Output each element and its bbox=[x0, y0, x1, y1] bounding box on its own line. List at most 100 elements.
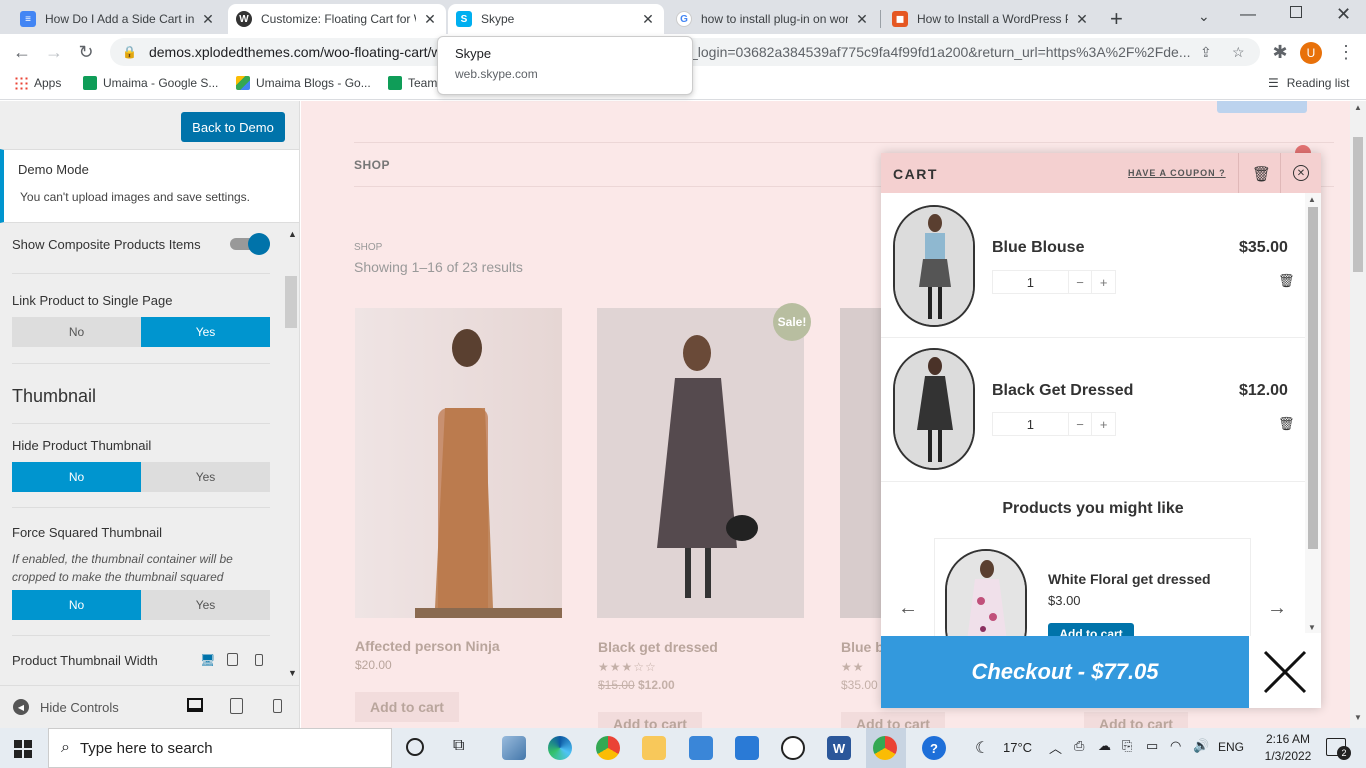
desktop-preview-icon[interactable]: 🖥 bbox=[200, 653, 215, 667]
close-tab-icon[interactable]: ✕ bbox=[640, 11, 656, 28]
upsell-prev-arrow-icon[interactable]: ← bbox=[898, 597, 918, 620]
help-icon[interactable]: ? bbox=[922, 736, 946, 760]
upsell-next-arrow-icon[interactable]: → bbox=[1267, 597, 1287, 620]
remove-item-icon[interactable]: 🗑 bbox=[1278, 416, 1295, 432]
task-view-icon[interactable]: ⧉ bbox=[453, 737, 464, 755]
clock-date[interactable]: 1/3/2022 bbox=[1260, 749, 1316, 763]
checkout-button[interactable]: Checkout - $77.05 bbox=[881, 636, 1249, 708]
clock-time[interactable]: 2:16 AM bbox=[1260, 732, 1316, 746]
link-product-toggle[interactable]: No Yes bbox=[12, 317, 270, 347]
quantity-stepper[interactable]: 1 − + bbox=[992, 412, 1116, 436]
restore-button[interactable] bbox=[1290, 6, 1302, 18]
quantity-stepper[interactable]: 1 − + bbox=[992, 270, 1116, 294]
tab-search-icon[interactable]: ⌄ bbox=[1198, 8, 1210, 25]
squared-no-option[interactable]: No bbox=[12, 590, 141, 620]
language-indicator[interactable]: ENG bbox=[1218, 740, 1244, 754]
bookmark-umaima-sheets[interactable]: Umaima - Google S... bbox=[83, 76, 218, 90]
word-icon[interactable]: W bbox=[827, 736, 851, 760]
add-to-cart-button[interactable]: Add to cart bbox=[841, 712, 945, 728]
store-icon[interactable] bbox=[689, 736, 713, 760]
link-no-option[interactable]: No bbox=[12, 317, 141, 347]
plus-icon[interactable]: + bbox=[1091, 271, 1115, 293]
nav-shop-link[interactable]: SHOP bbox=[354, 158, 390, 172]
share-icon[interactable]: ⇪ bbox=[1200, 44, 1212, 61]
close-tab-icon[interactable]: ✕ bbox=[1074, 11, 1090, 28]
header-button[interactable] bbox=[1217, 101, 1307, 113]
wifi-icon[interactable]: ◠ bbox=[1170, 738, 1181, 754]
cart-item-name[interactable]: Blue Blouse bbox=[992, 239, 1084, 257]
bookmark-apps[interactable]: Apps bbox=[14, 76, 61, 90]
desktop-device-icon[interactable] bbox=[187, 698, 203, 712]
close-cart-icon[interactable]: ✕ bbox=[1293, 165, 1309, 181]
taskbar-search[interactable]: ⌕ Type here to search bbox=[48, 728, 392, 768]
menu-icon[interactable]: ⋮ bbox=[1334, 40, 1358, 64]
notification-icon[interactable]: 2 bbox=[1326, 738, 1351, 760]
edge-icon[interactable] bbox=[548, 736, 572, 760]
bookmark-team[interactable]: Team bbox=[388, 76, 437, 90]
forward-icon[interactable]: → bbox=[42, 40, 66, 64]
minimize-button[interactable]: — bbox=[1240, 6, 1256, 24]
product-title[interactable]: Affected person Ninja bbox=[355, 638, 500, 654]
minus-icon[interactable]: − bbox=[1067, 413, 1092, 435]
file-explorer-icon[interactable] bbox=[642, 736, 666, 760]
onedrive-icon[interactable]: ☁ bbox=[1098, 738, 1111, 754]
cart-scrollbar[interactable]: ▲ bbox=[1305, 193, 1321, 633]
add-to-cart-button[interactable]: Add to cart bbox=[598, 712, 702, 728]
product-title[interactable]: Black get dressed bbox=[598, 639, 718, 655]
chrome-icon[interactable] bbox=[596, 736, 620, 760]
cortana-icon[interactable] bbox=[406, 738, 424, 756]
squared-yes-option[interactable]: Yes bbox=[141, 590, 270, 620]
tray-icon[interactable]: ⎙ bbox=[1074, 738, 1084, 754]
close-window-button[interactable]: ✕ bbox=[1336, 4, 1351, 25]
tray-icon[interactable]: ⎘ bbox=[1122, 738, 1132, 754]
composite-toggle[interactable] bbox=[230, 233, 270, 255]
tab-side-cart[interactable]: ≡ How Do I Add a Side Cart in W ✕ bbox=[12, 4, 224, 34]
app-icon[interactable] bbox=[781, 736, 805, 760]
force-squared-toggle[interactable]: No Yes bbox=[12, 590, 270, 620]
cart-toggle-close-icon[interactable] bbox=[1249, 636, 1321, 708]
cart-item-name[interactable]: Black Get Dressed bbox=[992, 382, 1133, 400]
windows-start-icon[interactable] bbox=[14, 740, 32, 758]
tab-customize[interactable]: W Customize: Floating Cart for W ✕ bbox=[228, 4, 446, 34]
plus-icon[interactable]: + bbox=[1091, 413, 1115, 435]
close-tab-icon[interactable]: ✕ bbox=[854, 11, 870, 28]
remove-item-icon[interactable]: 🗑 bbox=[1278, 273, 1295, 289]
link-yes-option[interactable]: Yes bbox=[141, 317, 270, 347]
mobile-device-icon[interactable] bbox=[273, 699, 282, 713]
add-to-cart-button[interactable]: Add to cart bbox=[1084, 712, 1188, 728]
reading-list[interactable]: ☰ Reading list bbox=[1268, 76, 1349, 90]
close-tab-icon[interactable]: ✕ bbox=[422, 11, 438, 28]
product-title[interactable]: Blue b bbox=[841, 639, 884, 655]
panel-scrollbar[interactable] bbox=[285, 276, 297, 328]
extensions-icon[interactable]: ✱ bbox=[1268, 40, 1292, 64]
hide-thumbnail-toggle[interactable]: No Yes bbox=[12, 462, 270, 492]
quantity-input[interactable]: 1 bbox=[993, 413, 1068, 435]
clear-cart-icon[interactable]: 🗑 bbox=[1252, 165, 1271, 183]
pc-icon[interactable] bbox=[502, 736, 526, 760]
hide-yes-option[interactable]: Yes bbox=[141, 462, 270, 492]
profile-avatar[interactable]: U bbox=[1300, 42, 1322, 64]
scroll-down-icon[interactable]: ▼ bbox=[288, 668, 297, 678]
tab-install-plugin[interactable]: ◼ How to Install a WordPress P ✕ bbox=[884, 4, 1098, 34]
product-image[interactable] bbox=[840, 308, 885, 618]
quantity-input[interactable]: 1 bbox=[993, 271, 1068, 293]
volume-icon[interactable]: 🔊 bbox=[1193, 738, 1209, 754]
tab-google-search[interactable]: G how to install plug-in on wor ✕ bbox=[668, 4, 878, 34]
mail-icon[interactable] bbox=[735, 736, 759, 760]
hide-controls-icon[interactable]: ◀ bbox=[13, 699, 29, 715]
upsell-name[interactable]: White Floral get dressed bbox=[1048, 571, 1211, 587]
add-to-cart-button[interactable]: Add to cart bbox=[355, 692, 459, 722]
product-image[interactable] bbox=[355, 308, 562, 618]
show-hidden-icons[interactable]: ︿ bbox=[1049, 738, 1062, 757]
minus-icon[interactable]: − bbox=[1067, 271, 1092, 293]
back-to-demo-button[interactable]: Back to Demo bbox=[181, 112, 285, 142]
scroll-up-icon[interactable]: ▲ bbox=[288, 229, 297, 239]
bookmark-umaima-blogs[interactable]: Umaima Blogs - Go... bbox=[236, 76, 371, 90]
new-tab-button[interactable]: + bbox=[1110, 6, 1123, 32]
hide-no-option[interactable]: No bbox=[12, 462, 141, 492]
tablet-preview-icon[interactable] bbox=[227, 653, 238, 666]
tab-skype[interactable]: S Skype ✕ bbox=[448, 4, 664, 34]
cart-scroll-down-icon[interactable]: ▼ bbox=[1308, 623, 1316, 632]
close-tab-icon[interactable]: ✕ bbox=[200, 11, 216, 28]
coupon-link[interactable]: HAVE A COUPON ? bbox=[1128, 168, 1226, 178]
